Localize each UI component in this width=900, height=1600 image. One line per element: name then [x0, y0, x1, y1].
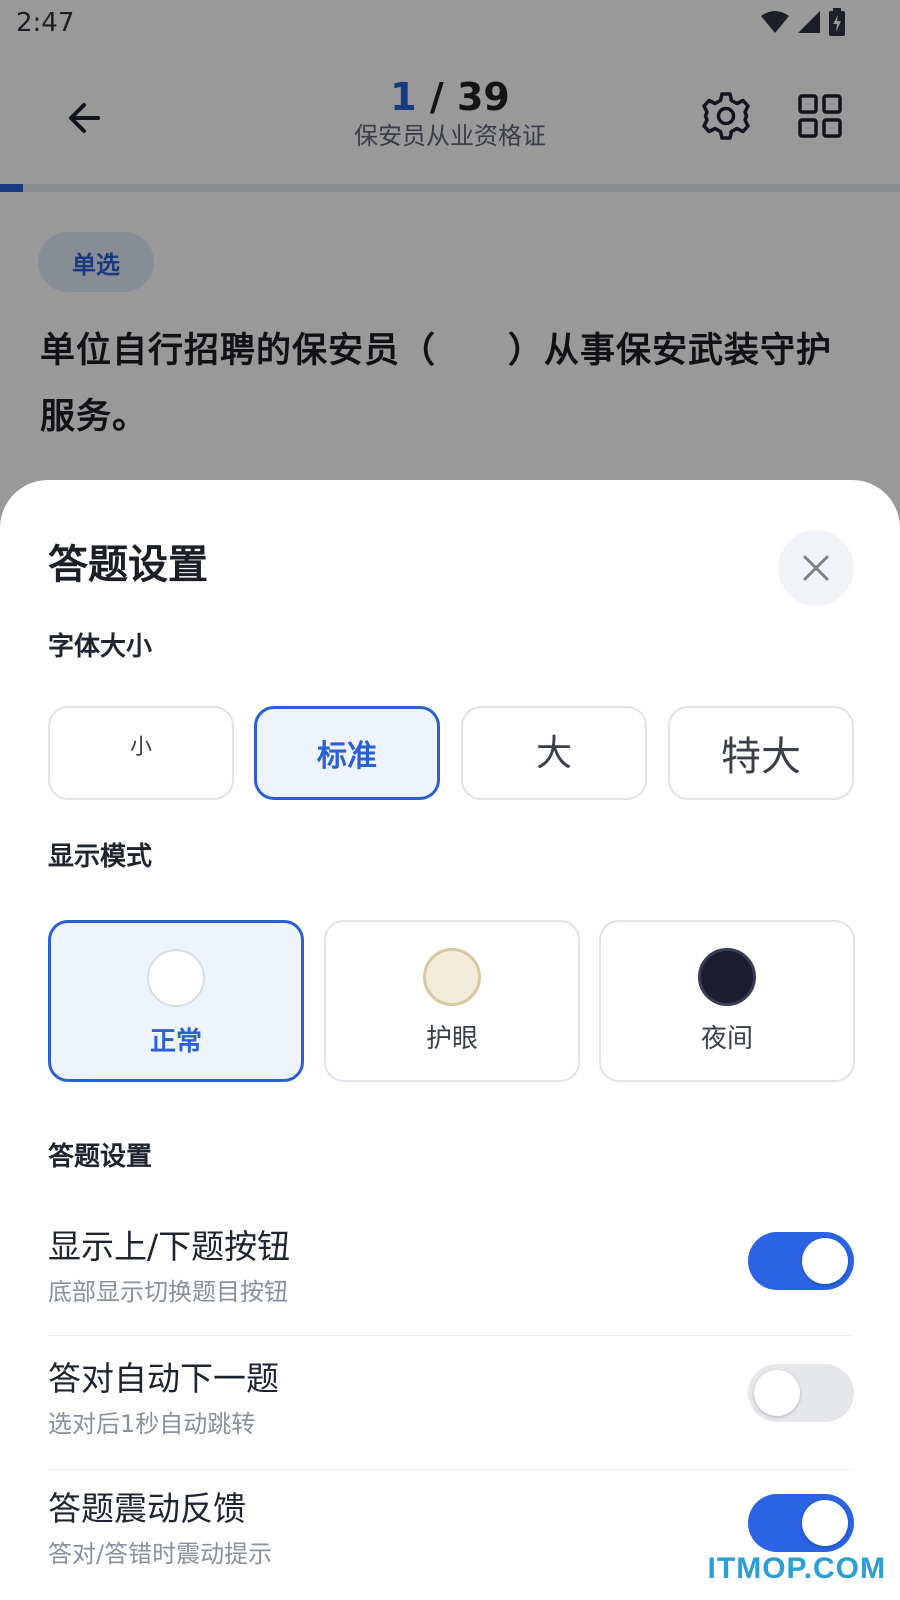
- night-mode-swatch: [698, 948, 756, 1006]
- display-mode-label-normal: 正常: [149, 1027, 202, 1057]
- setting-title: 答题震动反馈: [48, 1489, 246, 1528]
- toggle-knob: [802, 1500, 848, 1546]
- setting-description: 底部显示切换题目按钮: [48, 1278, 288, 1306]
- display-mode-normal[interactable]: 正常: [48, 920, 304, 1082]
- sheet-title: 答题设置: [48, 542, 208, 588]
- setting-description: 答对/答错时震动提示: [48, 1540, 273, 1568]
- font-option-extra-large[interactable]: 特大: [668, 706, 854, 800]
- close-button[interactable]: [778, 530, 854, 606]
- vibration-toggle[interactable]: [748, 1494, 854, 1552]
- answer-settings-label: 答题设置: [48, 1142, 153, 1172]
- site-watermark: ITMOP.COM: [707, 1552, 886, 1585]
- setting-row-auto-next: 答对自动下一题 选对后1秒自动跳转: [48, 1328, 854, 1462]
- toggle-knob: [802, 1238, 848, 1284]
- setting-title: 答对自动下一题: [48, 1359, 279, 1398]
- display-mode-label-eye-care: 护眼: [425, 1024, 478, 1054]
- toggle-knob: [754, 1370, 800, 1416]
- answer-settings-sheet: 答题设置 字体大小 小 标准 大 特大 显示模式 正常 护眼 夜间 答题设置 显…: [0, 480, 900, 1600]
- display-mode-night[interactable]: 夜间: [599, 920, 855, 1082]
- eye-care-mode-swatch: [423, 948, 481, 1006]
- font-option-small[interactable]: 小: [48, 706, 234, 800]
- display-mode-label: 显示模式: [48, 842, 153, 872]
- display-mode-label-night: 夜间: [700, 1024, 753, 1054]
- font-option-large[interactable]: 大: [461, 706, 647, 800]
- nav-buttons-toggle[interactable]: [748, 1232, 854, 1290]
- font-size-label: 字体大小: [48, 632, 153, 662]
- close-icon: [803, 555, 829, 581]
- setting-row-nav-buttons: 显示上/下题按钮 底部显示切换题目按钮: [48, 1196, 854, 1330]
- setting-description: 选对后1秒自动跳转: [48, 1410, 256, 1438]
- font-option-standard[interactable]: 标准: [254, 706, 440, 800]
- setting-title: 显示上/下题按钮: [48, 1227, 291, 1266]
- display-mode-eye-care[interactable]: 护眼: [324, 920, 580, 1082]
- auto-next-toggle[interactable]: [748, 1364, 854, 1422]
- normal-mode-swatch: [147, 949, 205, 1007]
